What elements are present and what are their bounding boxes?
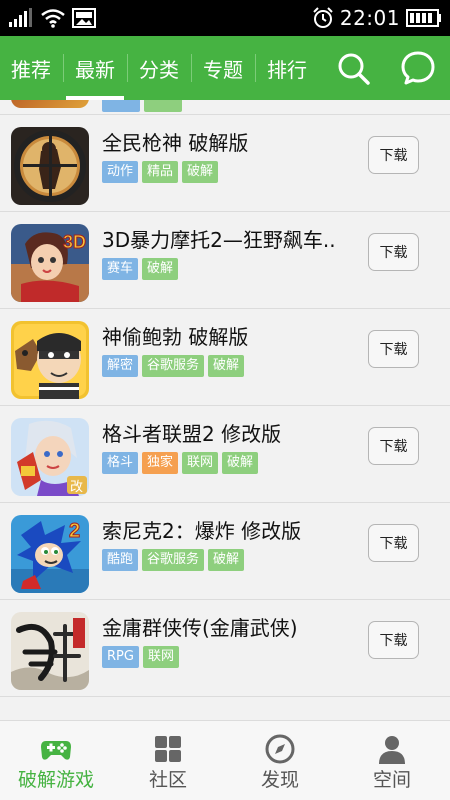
app-title: 神偷鲍勃 破解版: [102, 325, 249, 349]
status-time: 22:01: [339, 6, 400, 30]
list-item-partial: [0, 697, 450, 720]
search-icon[interactable]: [335, 50, 371, 86]
bottom-tab-label: 破解游戏: [17, 769, 94, 791]
tab-label: 专题: [203, 57, 243, 82]
person-icon: [379, 736, 405, 764]
tag: 破解: [208, 355, 245, 377]
tag: 赛车: [102, 258, 139, 280]
bottom-nav: 破解游戏 社区 发现 空间: [0, 720, 450, 800]
compass-icon: [265, 734, 295, 764]
svg-text:2: 2: [69, 520, 80, 542]
tag: [144, 100, 182, 112]
alarm-icon: [313, 7, 333, 28]
download-button[interactable]: 下载: [368, 330, 419, 368]
top-nav: 推荐 最新 分类 专题 排行: [0, 36, 450, 100]
list-item-app[interactable]: 2 索尼克2：爆炸 修改版 酷跑 谷歌服务 破解 下载: [0, 503, 450, 600]
motorcycle-racing-game-icon: 3D: [11, 224, 89, 302]
tag: 酷跑: [102, 549, 139, 571]
tag: 破解: [142, 258, 179, 280]
list-item-app[interactable]: 3D 3D暴力摩托2—狂野飙车.. 赛车 破解 下载: [0, 212, 450, 309]
tag: 破解: [182, 161, 219, 183]
bottom-tab-space[interactable]: 空间: [336, 721, 448, 800]
bottom-tab-label: 空间: [372, 769, 411, 791]
svg-text:3D: 3D: [63, 232, 86, 252]
list-item-app[interactable]: 金庸群侠传(金庸武侠) RPG 联网 下载: [0, 600, 450, 697]
fighter-league-game-icon: 改: [11, 418, 89, 496]
status-bar: 22:01: [0, 0, 450, 36]
svg-text:改: 改: [70, 480, 83, 495]
partial-game-icon: [11, 100, 89, 108]
tab-label: 最新: [75, 57, 115, 82]
tag: 谷歌服务: [142, 549, 205, 571]
app-title: 3D暴力摩托2—狂野飙车..: [102, 228, 336, 252]
wifi-icon: [41, 9, 65, 28]
download-button[interactable]: 下载: [368, 524, 419, 562]
tag: 联网: [142, 646, 179, 668]
tag: 精品: [142, 161, 179, 183]
battery-icon: [406, 9, 441, 27]
tag: 解密: [102, 355, 139, 377]
download-button[interactable]: 下载: [368, 621, 419, 659]
download-button[interactable]: 下载: [368, 136, 419, 174]
bottom-tab-label: 社区: [148, 769, 187, 791]
grid-icon: [155, 736, 181, 762]
tab-topics[interactable]: 专题: [192, 36, 254, 100]
list-item-app[interactable]: 改 格斗者联盟2 修改版 格斗 独家 联网 破解 下载: [0, 406, 450, 503]
tab-label: 分类: [139, 57, 179, 82]
bottom-tab-cracked-games[interactable]: 破解游戏: [0, 721, 112, 800]
bottom-tab-label: 发现: [260, 769, 299, 791]
bottom-tab-discover[interactable]: 发现: [224, 721, 336, 800]
list-item-partial: [0, 100, 450, 115]
app-title: 金庸群侠传(金庸武侠): [102, 616, 298, 640]
download-button[interactable]: 下载: [368, 233, 419, 271]
signal-icon: [9, 8, 32, 27]
tag: 破解: [208, 549, 245, 571]
message-icon[interactable]: [400, 50, 436, 86]
tab-ranking[interactable]: 排行: [256, 36, 318, 100]
tag: 破解: [222, 452, 259, 474]
tab-label: 推荐: [11, 57, 51, 82]
tab-latest[interactable]: 最新: [64, 36, 126, 100]
app-title: 全民枪神 破解版: [102, 131, 249, 155]
bottom-tab-community[interactable]: 社区: [112, 721, 224, 800]
list-item-app[interactable]: 全民枪神 破解版 动作 精品 破解 下载: [0, 115, 450, 212]
gamepad-icon: [41, 741, 71, 760]
thief-bob-game-icon: [11, 321, 89, 399]
download-button[interactable]: 下载: [368, 427, 419, 465]
tag: 独家: [142, 452, 179, 474]
photo-notification-icon: [72, 8, 96, 28]
tag: 动作: [102, 161, 139, 183]
tag: 谷歌服务: [142, 355, 205, 377]
tab-label: 排行: [267, 57, 307, 82]
list-item-app[interactable]: 神偷鲍勃 破解版 解密 谷歌服务 破解 下载: [0, 309, 450, 406]
jin-yong-game-icon: [11, 612, 89, 690]
gun-shooter-game-icon: [11, 127, 89, 205]
tab-recommended[interactable]: 推荐: [0, 36, 62, 100]
app-list[interactable]: 全民枪神 破解版 动作 精品 破解 下载 3D 3D暴力摩托2—狂野飙车.. 赛…: [0, 100, 450, 720]
app-title: 索尼克2：爆炸 修改版: [102, 519, 302, 543]
app-title: 格斗者联盟2 修改版: [102, 422, 282, 446]
sonic-game-icon: 2: [11, 515, 89, 593]
tag: [102, 100, 140, 112]
tag: RPG: [102, 646, 139, 668]
tag: 联网: [182, 452, 219, 474]
tab-category[interactable]: 分类: [128, 36, 190, 100]
tag: 格斗: [102, 452, 139, 474]
